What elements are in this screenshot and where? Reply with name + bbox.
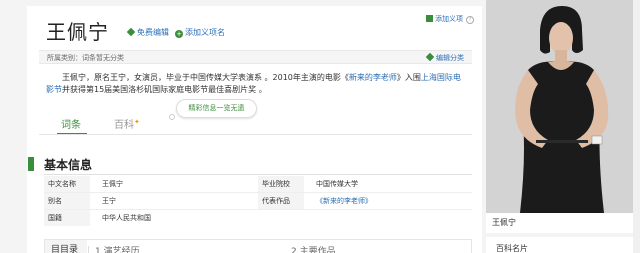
add-name-button[interactable]: + 添加义项名: [175, 27, 225, 38]
edit-category-button[interactable]: 编辑分类: [425, 52, 464, 63]
toc-item-career[interactable]: 1 演艺经历: [95, 244, 140, 253]
representative-work-link[interactable]: 《新来的李老师》: [316, 197, 372, 205]
edit-category-label: 编辑分类: [436, 54, 464, 62]
sidebar-card: 百科名片: [486, 237, 633, 253]
tab-entry[interactable]: 词条: [61, 116, 81, 131]
info-key: 中文名称: [44, 176, 90, 192]
sidebar: 王佩宁 百科名片: [486, 0, 633, 253]
plus-icon: +: [175, 30, 183, 38]
info-key: 代表作品: [258, 193, 304, 209]
section-title: 基本信息: [44, 158, 93, 172]
edit-label: 免费编辑: [137, 28, 169, 37]
star-icon: ✦: [134, 118, 140, 126]
title-row: 王佩宁 免费编辑 + 添加义项名 添加义项?: [27, 6, 482, 50]
info-value: 中华人民共和国: [102, 214, 151, 222]
toc-heading: 目目录: [45, 240, 87, 253]
info-key: 国籍: [44, 210, 90, 226]
add-icon: [426, 15, 433, 22]
summary-link-film[interactable]: 新来的李老师: [349, 73, 397, 82]
tabs-divider: [39, 134, 472, 135]
scrollbar[interactable]: [633, 0, 640, 253]
section-divider: [44, 174, 472, 175]
info-key: 毕业院校: [258, 176, 304, 192]
summary-text-1: 王佩宁，原名王宁，女演员，毕业于中国传媒大学表演系 。2010年主演的电影《: [62, 73, 349, 82]
tab-baike-label: 百科: [114, 120, 134, 131]
help-icon[interactable]: ?: [466, 16, 474, 24]
section-marker: [28, 157, 34, 171]
pencil-icon: [126, 27, 136, 37]
category-text: 所属类别：词条暂无分类: [47, 54, 124, 62]
toc-divider: [88, 246, 89, 253]
table-of-contents: 目目录 1 演艺经历 2 主要作品: [44, 239, 472, 253]
info-key: 别名: [44, 193, 90, 209]
edit-button[interactable]: 免费编辑: [126, 27, 169, 38]
pencil-icon: [425, 52, 435, 62]
info-value: 王佩宁: [102, 180, 123, 188]
add-term-button[interactable]: 添加义项?: [426, 14, 474, 24]
summary-text-3: 并获得第15届美国洛杉矶国际家庭电影节最佳喜剧片奖 。: [62, 85, 267, 94]
summary-text-2: 》入围: [396, 73, 421, 82]
tab-baike[interactable]: 百科✦: [114, 116, 140, 131]
portrait-image: [486, 0, 633, 213]
table-row: 中文名称 王佩宁 毕业院校 中国传媒大学: [44, 176, 472, 192]
tooltip-anchor-icon: [169, 114, 175, 120]
category-bar: 所属类别：词条暂无分类 编辑分类: [39, 50, 472, 64]
add-name-label: 添加义项名: [185, 28, 225, 37]
photo-caption: 王佩宁: [486, 213, 633, 233]
summary-paragraph: 王佩宁，原名王宁，女演员，毕业于中国传媒大学表演系 。2010年主演的电影《新来…: [46, 72, 466, 96]
tooltip-bubble: 精彩信息一览无遗: [176, 99, 257, 118]
info-value-link[interactable]: 《新来的李老师》: [316, 193, 372, 209]
portrait-photo[interactable]: [486, 0, 633, 213]
info-value: 王宁: [102, 197, 116, 205]
add-term-label: 添加义项: [435, 15, 463, 23]
table-row: 别名 王宁 代表作品 《新来的李老师》: [44, 193, 472, 209]
table-row: 国籍 中华人民共和国: [44, 210, 472, 226]
main-content: 王佩宁 免费编辑 + 添加义项名 添加义项? 所属类别：词条暂无分类 编辑分类 王…: [27, 6, 482, 253]
sidebar-card-title: 百科名片: [496, 244, 528, 253]
page-title: 王佩宁: [46, 20, 109, 44]
toc-item-works[interactable]: 2 主要作品: [291, 244, 336, 253]
info-value: 中国传媒大学: [316, 180, 358, 188]
